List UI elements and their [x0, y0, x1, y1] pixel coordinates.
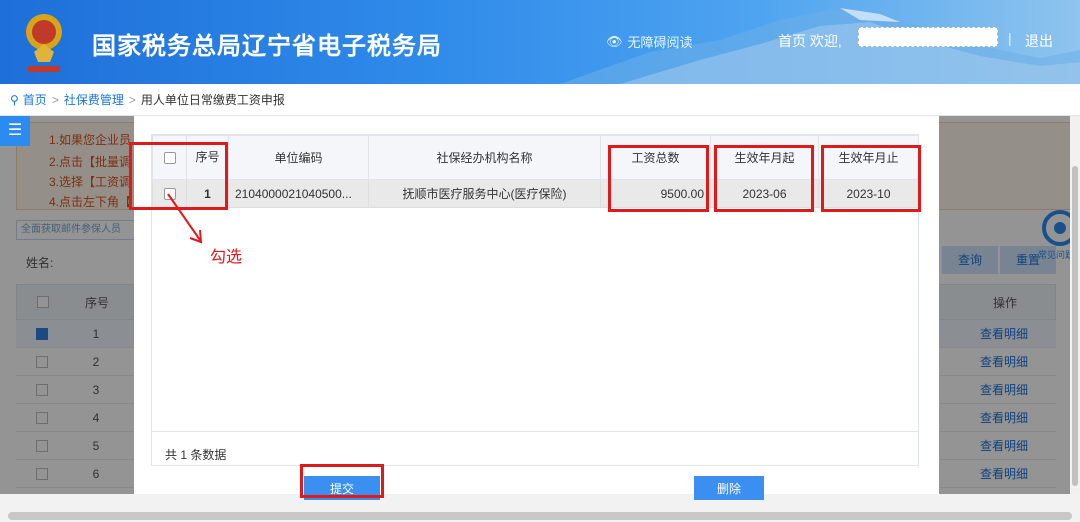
- horizontal-scrollbar[interactable]: [8, 512, 1072, 520]
- accessibility-link[interactable]: 👁 无障碍阅读: [606, 32, 693, 51]
- eye-icon: 👁: [606, 33, 623, 49]
- sidebar-toggle-icon[interactable]: ☰: [0, 116, 30, 146]
- breadcrumb-separator: >: [128, 92, 136, 107]
- breadcrumb-separator: >: [51, 92, 59, 107]
- highlight-end-month: [821, 145, 921, 212]
- record-count: 共 1 条数据: [165, 448, 227, 462]
- location-pin-icon: ⚲: [10, 92, 19, 107]
- highlight-submit-button: [300, 464, 384, 498]
- table-footer-divider: [152, 431, 918, 432]
- welcome-label: 欢迎,: [809, 33, 842, 49]
- home-label: 首页: [778, 33, 806, 49]
- breadcrumb-home[interactable]: 首页: [23, 91, 47, 108]
- accessibility-label: 无障碍阅读: [627, 35, 693, 50]
- annotation-text: 勾选: [210, 249, 243, 266]
- bottom-bar: [0, 494, 1080, 522]
- col-unit-code: 单位编码: [228, 135, 369, 180]
- nav-home-link[interactable]: 首页 欢迎,: [778, 31, 842, 51]
- delete-button[interactable]: 删除: [694, 476, 764, 500]
- breadcrumb-current: 用人单位日常缴费工资申报: [140, 93, 285, 107]
- nav-separator: |: [1008, 30, 1012, 46]
- breadcrumb: ⚲ 首页 > 社保费管理 > 用人单位日常缴费工资申报: [0, 84, 1080, 116]
- site-title: 国家税务总局辽宁省电子税务局: [92, 33, 442, 60]
- breadcrumb-section[interactable]: 社保费管理: [64, 91, 124, 108]
- row-agency: 抚顺市医疗服务中心(医疗保险): [368, 179, 601, 208]
- tax-emblem-icon: [26, 14, 62, 72]
- logout-link[interactable]: 退出: [1025, 31, 1053, 51]
- highlight-total-salary: [608, 145, 709, 212]
- site-header: 国家税务总局辽宁省电子税务局 👁 无障碍阅读 首页 欢迎, | 退出: [0, 0, 1080, 84]
- vertical-scrollbar[interactable]: [1070, 116, 1080, 494]
- col-agency: 社保经办机构名称: [368, 135, 601, 180]
- highlight-start-month: [714, 145, 814, 212]
- salary-modal: 序号 单位编码 社保经办机构名称 工资总数 生效年月起 生效年月止 1 2104…: [134, 116, 939, 500]
- user-name-redacted: [858, 27, 998, 47]
- row-unit-code: 2104000021040500...: [228, 179, 369, 208]
- annotation-arrow-icon: [167, 193, 203, 244]
